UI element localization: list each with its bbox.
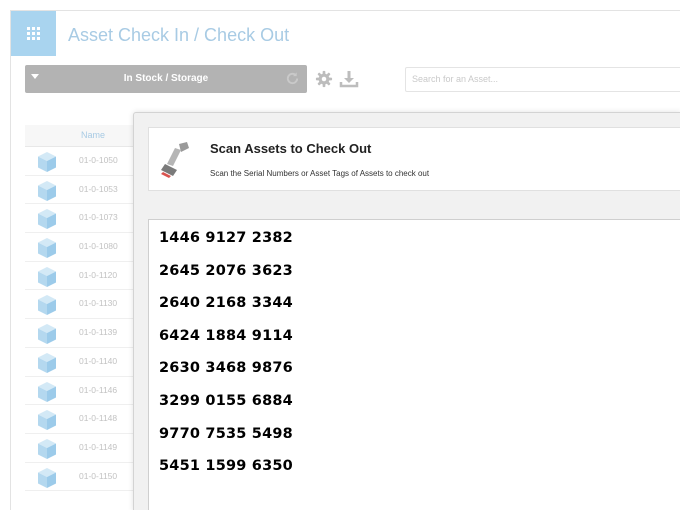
scanned-serial: 3299 0155 6884 — [159, 392, 293, 409]
column-header-name[interactable]: Name — [81, 130, 105, 140]
table-row[interactable]: 01-0-1053 — [25, 176, 135, 205]
scanned-serial: 9770 7535 5498 — [159, 425, 293, 442]
asset-name: 01-0-1073 — [79, 212, 118, 223]
scanned-serial: 5451 1599 6350 — [159, 458, 293, 475]
table-row[interactable]: 01-0-1050 — [25, 147, 135, 176]
asset-name: 01-0-1149 — [79, 441, 118, 452]
table-row[interactable]: 01-0-1149 — [25, 434, 135, 463]
cube-icon — [38, 209, 56, 230]
table-header: Name — [25, 125, 135, 147]
grid-icon — [27, 27, 40, 40]
asset-table: Name 01-0-1050 01-0-1053 01-0-1073 01-0-108… — [25, 125, 135, 510]
asset-name: 01-0-1080 — [79, 241, 118, 252]
table-row[interactable]: 01-0-1073 — [25, 204, 135, 234]
asset-name: 01-0-1150 — [79, 470, 118, 481]
table-row[interactable]: 01-0-1120 — [25, 262, 135, 291]
download-icon[interactable] — [339, 69, 359, 89]
scanned-serial: 2645 2076 3623 — [159, 262, 293, 279]
table-row[interactable]: 01-0-1140 — [25, 348, 135, 377]
scanned-serial: 6424 1884 9114 — [159, 327, 293, 344]
page-title: Asset Check In / Check Out — [68, 25, 290, 45]
asset-name: 01-0-1053 — [79, 183, 118, 194]
cube-icon — [38, 381, 56, 402]
toolbar: In Stock / Storage Search for an Asset..… — [25, 65, 680, 95]
app-window: Asset Check In / Check Out In Stock / St… — [10, 10, 680, 510]
refresh-icon[interactable] — [285, 71, 300, 86]
asset-name: 01-0-1139 — [79, 327, 118, 338]
search-input[interactable]: Search for an Asset... — [405, 67, 680, 92]
dialog-title: Scan Assets to Check Out — [210, 141, 372, 156]
cube-icon — [38, 467, 56, 488]
table-row[interactable]: 01-0-1139 — [25, 319, 135, 348]
scanned-serial: 1446 9127 2382 — [159, 230, 293, 246]
location-select-value: In Stock / Storage — [123, 73, 209, 84]
cube-icon — [38, 152, 56, 172]
asset-name: 01-0-1148 — [79, 413, 118, 424]
scanned-serial: 2640 2168 3344 — [159, 295, 293, 312]
cube-icon — [38, 295, 56, 316]
app-menu-button[interactable] — [11, 11, 56, 56]
asset-name: 01-0-1050 — [79, 155, 118, 165]
location-select[interactable]: In Stock / Storage — [25, 65, 307, 93]
table-row[interactable]: 01-0-1080 — [25, 233, 135, 262]
table-row[interactable]: 01-0-1146 — [25, 377, 135, 406]
scan-input-area[interactable]: 1446 9127 2382 2645 2076 3623 2640 2168 33… — [148, 219, 680, 510]
asset-name: 01-0-1140 — [79, 355, 118, 366]
table-row[interactable]: 01-0-1130 — [25, 290, 135, 320]
asset-name: 01-0-1130 — [79, 298, 118, 309]
check-out-dialog: Scan Assets to Check Out Scan the Serial… — [133, 112, 680, 510]
cube-icon — [38, 180, 56, 201]
cube-icon — [38, 352, 56, 373]
search-placeholder: Search for an Asset... — [412, 74, 499, 84]
cube-icon — [38, 266, 56, 287]
barcode-scanner-icon — [161, 142, 189, 178]
dialog-subtitle: Scan the Serial Numbers or Asset Tags of… — [210, 169, 430, 178]
gear-icon[interactable] — [315, 70, 333, 88]
dialog-header: Scan Assets to Check Out Scan the Serial… — [148, 127, 680, 191]
cube-icon — [38, 324, 56, 345]
asset-name: 01-0-1146 — [79, 384, 118, 395]
cube-icon — [38, 238, 56, 259]
cube-icon — [38, 410, 56, 431]
cube-icon — [38, 438, 56, 459]
scanned-serial: 2630 3468 9876 — [159, 360, 293, 377]
asset-name: 01-0-1120 — [79, 269, 118, 280]
table-row[interactable]: 01-0-1150 — [25, 463, 135, 492]
table-row[interactable]: 01-0-1148 — [25, 405, 135, 434]
